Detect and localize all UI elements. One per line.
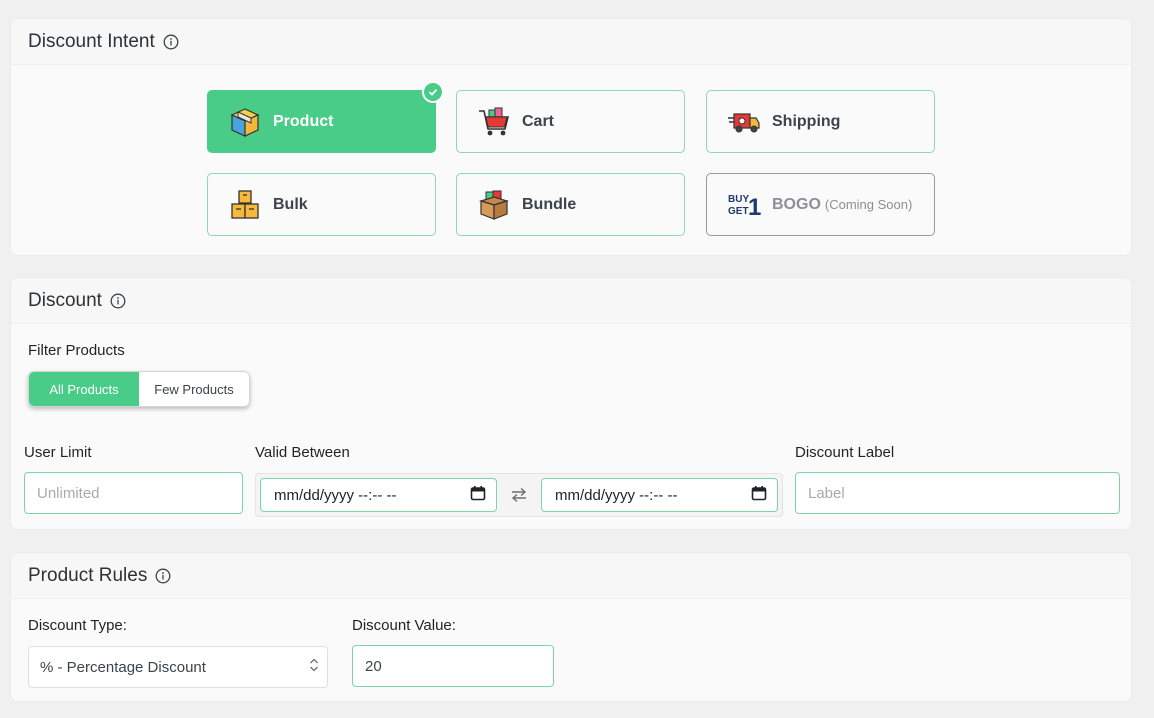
intent-tile-bulk[interactable]: Bulk [207,173,436,236]
filter-option-few-products[interactable]: Few Products [139,372,249,406]
intent-tile-shipping[interactable]: Shipping [706,90,935,153]
product-rules-title: Product Rules [28,564,148,586]
tile-label-bogo: BOGO [772,195,821,213]
swap-arrows-icon [510,486,528,509]
filter-products-label: Filter Products [28,342,125,359]
tile-label-bundle: Bundle [522,195,577,213]
tile-label-cart: Cart [522,112,555,130]
stacked-boxes-icon [228,188,262,222]
valid-between-label: Valid Between [255,444,350,461]
delivery-truck-icon [727,105,761,139]
intent-tile-product[interactable]: Product [207,81,444,153]
tile-label-product: Product [273,112,334,130]
discount-title: Discount [28,289,102,311]
user-limit-input[interactable] [24,472,243,514]
discount-value-label: Discount Value: [352,617,456,634]
svg-text:BUY: BUY [728,194,749,205]
date-from-value: mm/dd/yyyy --:-- -- [274,486,397,504]
tile-label-bulk: Bulk [273,195,308,213]
select-updown-icon [309,658,319,676]
intent-tile-bogo: BUY GET 1 BOGO (Coming Soon) [706,173,935,236]
product-rules-header: Product Rules [11,553,1131,599]
discount-type-label: Discount Type: [28,617,127,634]
product-rules-card: Product Rules Discount Type: % - Percent… [10,552,1132,702]
tile-label-shipping: Shipping [772,112,841,130]
buy-get-one-icon: BUY GET 1 [727,188,761,222]
coming-soon-note: (Coming Soon) [824,197,913,212]
date-to-input[interactable]: mm/dd/yyyy --:-- -- [541,478,778,512]
info-icon[interactable] [110,293,126,309]
bundle-box-icon [477,188,511,222]
product-box-icon [228,105,262,139]
selected-check-icon [422,81,444,103]
valid-between-range: mm/dd/yyyy --:-- -- mm/dd/yyyy --:-- -- [255,473,783,517]
filter-products-toggle: All Products Few Products [28,371,250,407]
discount-intent-header: Discount Intent [11,19,1131,65]
intent-tile-cart[interactable]: Cart [456,90,685,153]
discount-type-value: % - Percentage Discount [40,658,206,676]
calendar-icon[interactable] [751,485,767,505]
info-icon[interactable] [155,568,171,584]
date-to-value: mm/dd/yyyy --:-- -- [555,486,678,504]
intent-tile-bundle[interactable]: Bundle [456,173,685,236]
user-limit-label: User Limit [24,444,92,461]
discount-value-input[interactable] [352,645,554,687]
shopping-cart-icon [477,105,511,139]
svg-text:GET: GET [728,206,749,217]
discount-label-label: Discount Label [795,444,895,461]
svg-text:1: 1 [748,194,761,221]
discount-intent-title: Discount Intent [28,30,155,52]
discount-label-input[interactable] [795,472,1120,514]
discount-type-select[interactable]: % - Percentage Discount [28,646,328,688]
filter-option-all-products[interactable]: All Products [29,372,139,406]
discount-card: Discount Filter Products All Products Fe… [10,277,1132,530]
discount-header: Discount [11,278,1131,324]
discount-intent-card: Discount Intent Product Cart Shipping Bu… [10,18,1132,256]
calendar-icon[interactable] [470,485,486,505]
info-icon[interactable] [163,34,179,50]
date-from-input[interactable]: mm/dd/yyyy --:-- -- [260,478,497,512]
